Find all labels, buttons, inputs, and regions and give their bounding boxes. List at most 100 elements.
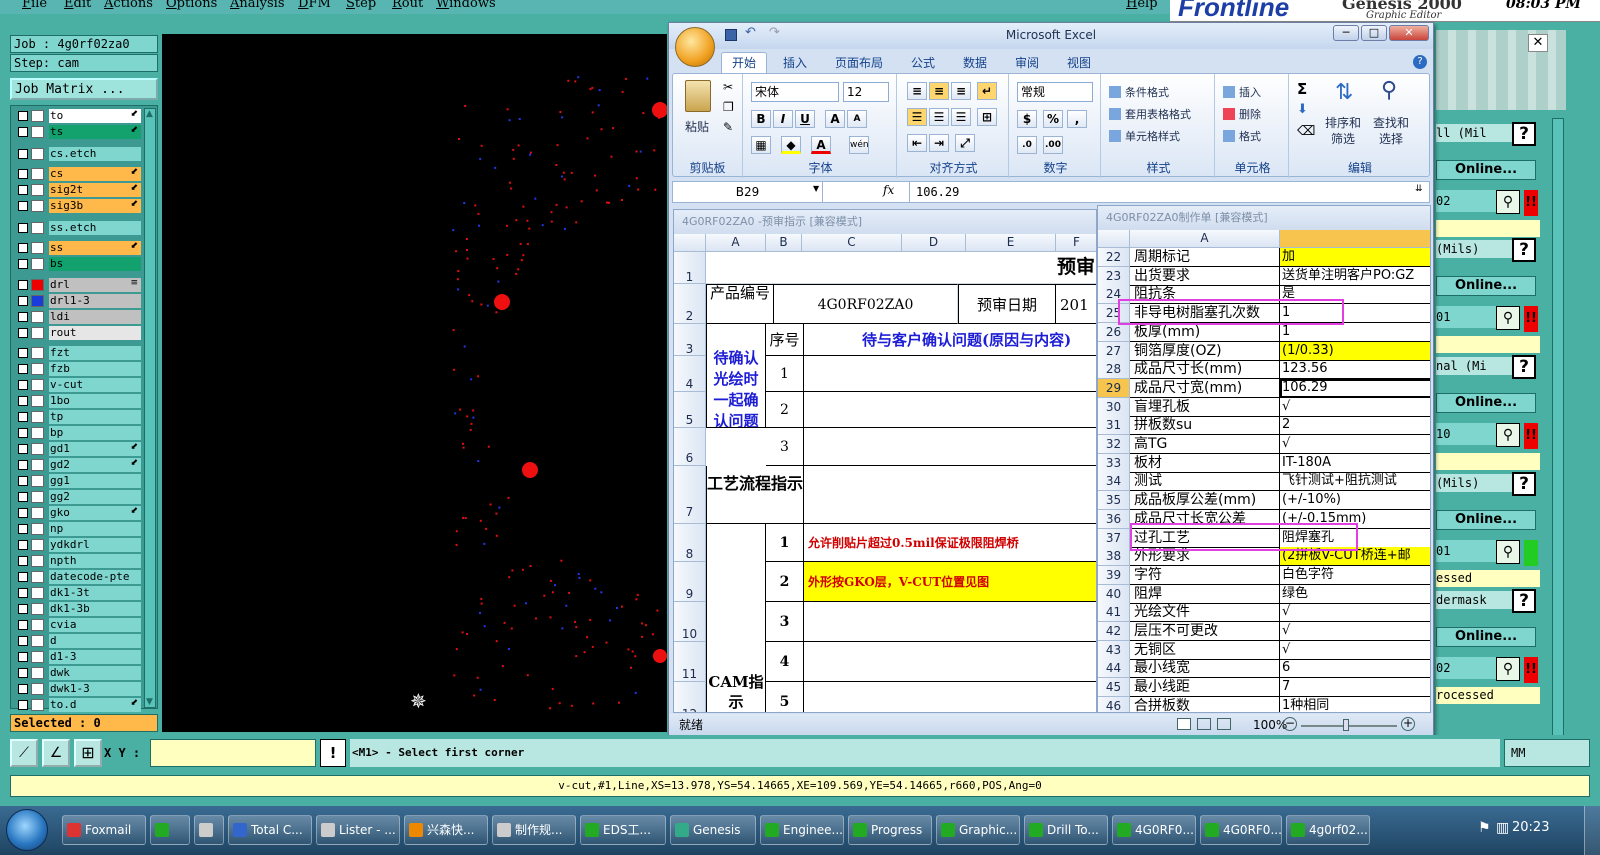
cam-seq-cell[interactable]: 5 <box>766 682 804 712</box>
paste-button[interactable]: 粘贴 <box>685 118 709 135</box>
layer-affected-box[interactable] <box>31 507 44 519</box>
row-header[interactable]: 10 <box>674 602 706 642</box>
row-header[interactable]: 33 <box>1098 453 1130 473</box>
layer-row[interactable]: cs ⬋ <box>15 167 141 181</box>
quick-undo-icon[interactable]: ↶ <box>745 25 756 40</box>
layer-name[interactable]: gg1 <box>49 474 141 488</box>
layer-affected-box[interactable] <box>31 327 44 339</box>
seq-cell[interactable]: 2 <box>766 392 804 428</box>
layer-affected-box[interactable] <box>31 571 44 583</box>
font-name-select[interactable]: 宋体 <box>751 82 839 102</box>
process-flow-cell[interactable] <box>804 466 1096 524</box>
menu-edit[interactable]: Edit <box>64 0 91 11</box>
layer-row[interactable]: ts ⬋ <box>15 125 141 139</box>
xy-input[interactable] <box>150 739 316 767</box>
column-header[interactable]: B <box>766 234 802 252</box>
layer-checkbox[interactable] <box>18 296 28 306</box>
spec-value-cell[interactable]: 123.56 <box>1280 360 1430 380</box>
column-header[interactable]: E <box>966 234 1056 252</box>
font-size-select[interactable]: 12 <box>843 82 889 102</box>
tab-insert[interactable]: 插入 <box>783 53 807 73</box>
layer-affected-box[interactable] <box>31 603 44 615</box>
menu-step[interactable]: Step <box>346 0 376 11</box>
spec-label-cell[interactable]: 无铜区 <box>1130 640 1280 660</box>
cam-note-1[interactable]: 允许削贴片超过0.5mil保证极限阻焊桥 <box>804 524 1096 562</box>
layer-row[interactable]: ss ⬋ <box>15 241 141 255</box>
layer-name[interactable]: gd1 <box>49 442 141 456</box>
find-select-button-line2[interactable]: 选择 <box>1379 130 1403 147</box>
layer-name[interactable]: gko <box>49 506 141 520</box>
formula-expand-icon[interactable]: ⇊ <box>1415 184 1423 194</box>
cam-seq-cell[interactable]: 3 <box>766 602 804 642</box>
quick-redo-icon[interactable]: ↷ <box>769 25 780 40</box>
row-header[interactable]: 27 <box>1098 341 1130 361</box>
spec-value-cell[interactable]: IT-180A <box>1280 454 1430 473</box>
spec-value-cell[interactable]: 白色字符 <box>1280 566 1430 585</box>
question-cell[interactable] <box>804 428 1096 466</box>
row-header[interactable]: 23 <box>1098 266 1130 286</box>
taskbar-button[interactable]: Lister - ... <box>316 815 400 845</box>
units-indicator[interactable]: MM <box>1504 739 1590 767</box>
spec-label-cell[interactable]: 盲埋孔板 <box>1130 397 1280 417</box>
spec-label-cell[interactable]: 成品板厚公差(mm) <box>1130 491 1280 511</box>
taskbar-button[interactable]: 兴森快... <box>404 815 488 845</box>
review-date-value[interactable]: 201 <box>1056 284 1096 324</box>
layer-name[interactable]: fzb <box>49 362 141 376</box>
magnify-icon[interactable]: ⚲ <box>1496 423 1520 447</box>
comma-button[interactable]: , <box>1067 110 1087 128</box>
layer-checkbox[interactable] <box>18 185 28 195</box>
row-header[interactable]: 41 <box>1098 603 1130 623</box>
spec-value-cell[interactable]: 6 <box>1280 659 1430 679</box>
fill-icon[interactable]: ⬇ <box>1297 102 1308 117</box>
menu-options[interactable]: Options <box>166 0 217 11</box>
measure-icon[interactable]: ⟋ <box>10 739 38 767</box>
spec-value-cell[interactable]: √ <box>1280 603 1430 623</box>
menu-rout[interactable]: Rout <box>392 0 423 11</box>
layer-row[interactable]: bp <box>15 426 141 440</box>
layer-row[interactable]: np <box>15 522 141 536</box>
layer-checkbox[interactable] <box>18 280 28 290</box>
layer-row[interactable]: ldi <box>15 310 141 324</box>
layer-checkbox[interactable] <box>18 444 28 454</box>
layer-row[interactable]: rout <box>15 326 141 340</box>
layer-checkbox[interactable] <box>18 223 28 233</box>
layer-affected-box[interactable] <box>31 539 44 551</box>
layer-name[interactable]: sig3b <box>49 199 141 213</box>
layer-affected-box[interactable] <box>31 459 44 471</box>
row-header[interactable]: 3 <box>674 324 706 356</box>
layer-row[interactable]: drl ≡ <box>15 278 141 292</box>
grow-font-button[interactable]: A <box>825 110 845 128</box>
online-button[interactable]: Online... <box>1436 276 1536 296</box>
job-matrix-button[interactable]: Job Matrix ... <box>10 78 158 100</box>
spec-label-cell[interactable]: 层压不可更改 <box>1130 622 1280 641</box>
layer-affected-box[interactable] <box>31 523 44 535</box>
layer-affected-box[interactable] <box>31 475 44 487</box>
layer-row[interactable]: bs <box>15 257 141 271</box>
zoom-slider-thumb[interactable] <box>1343 719 1349 731</box>
right-close-icon[interactable]: ✕ <box>1528 34 1548 52</box>
shrink-font-button[interactable]: A <box>847 110 867 128</box>
row-header[interactable]: 6 <box>674 428 706 466</box>
layer-row[interactable]: to.d ⬋ <box>15 698 141 712</box>
row-header[interactable]: 2 <box>674 284 706 324</box>
layer-checkbox[interactable] <box>18 312 28 322</box>
question-cell[interactable] <box>804 392 1096 428</box>
spec-value-cell[interactable]: 送货单注明客户PO:GZ <box>1280 267 1430 286</box>
layer-row[interactable]: ss.etch <box>15 221 141 235</box>
tab-home[interactable]: 开始 <box>721 52 768 74</box>
layer-list-scrollbar[interactable]: ▲ ▼ <box>144 108 156 708</box>
layer-affected-box[interactable] <box>31 683 44 695</box>
layer-row[interactable]: sig3b ⬋ <box>15 199 141 213</box>
row-header[interactable]: 32 <box>1098 435 1130 454</box>
layer-affected-box[interactable] <box>31 667 44 679</box>
layer-affected-box[interactable] <box>31 395 44 407</box>
spec-label-cell[interactable]: 最小线宽 <box>1130 659 1280 679</box>
layer-row[interactable]: gg2 <box>15 490 141 504</box>
font-color-button[interactable]: A <box>811 136 831 154</box>
layer-name[interactable]: ts <box>49 125 141 139</box>
layer-checkbox[interactable] <box>18 540 28 550</box>
delete-cells-button[interactable]: 删除 <box>1239 106 1261 122</box>
cam-note-2[interactable]: 外形按GKO层，V-CUT位置见图 <box>804 562 1096 602</box>
select-all-corner[interactable] <box>674 234 706 252</box>
row-header[interactable]: 29 <box>1098 378 1130 398</box>
